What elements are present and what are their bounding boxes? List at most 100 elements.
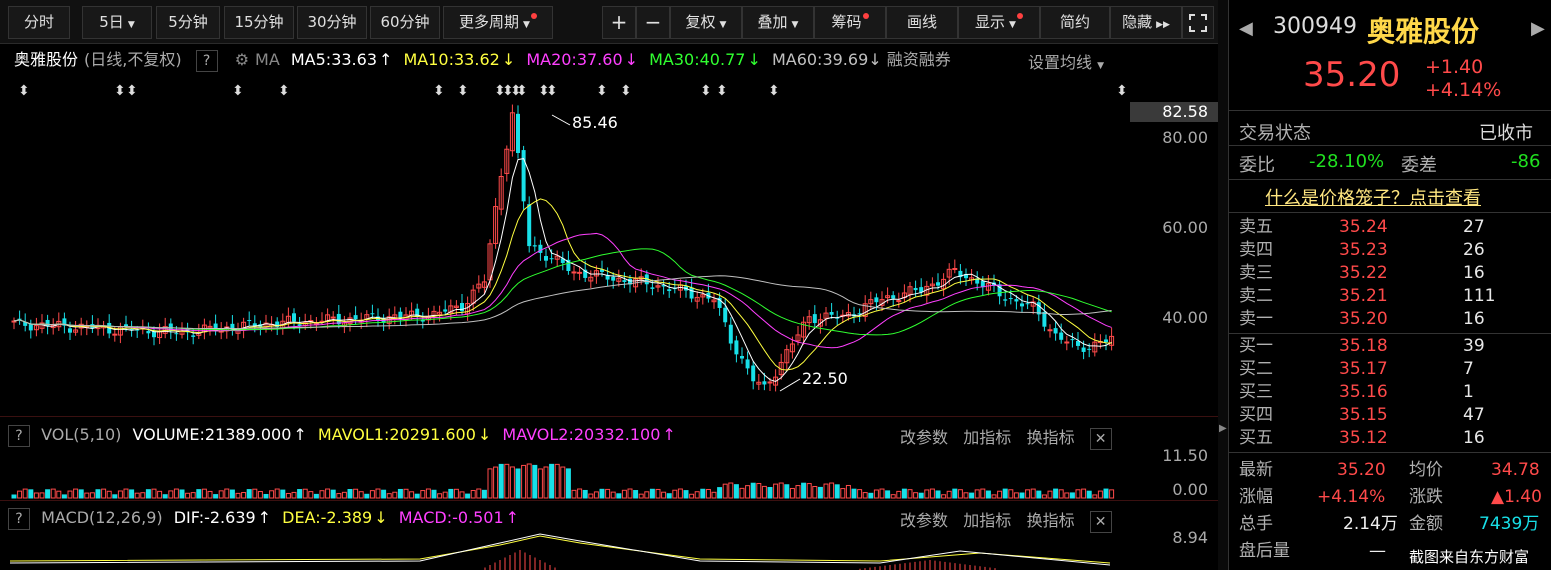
avg-value: 34.78: [1491, 460, 1540, 480]
volume-bar: [733, 484, 739, 499]
volume-bar: [829, 482, 835, 499]
volume-bar: [285, 492, 291, 499]
volume-bar: [554, 463, 560, 499]
ask-row[interactable]: 卖一 35.20 16: [1229, 308, 1551, 331]
volume-bar: [896, 490, 902, 499]
volume-bar: [515, 468, 521, 499]
ma60-value: MA60:39.69: [771, 50, 869, 69]
tab-5min[interactable]: 5分钟: [156, 6, 220, 39]
prev-stock-icon[interactable]: ◀: [1239, 18, 1253, 39]
edit-params-button[interactable]: 改参数: [900, 428, 948, 447]
next-stock-icon[interactable]: ▶: [1531, 18, 1545, 39]
volume-bar: [213, 494, 219, 499]
volume-bar: [498, 463, 504, 499]
ask-row[interactable]: 卖二 35.21 111: [1229, 285, 1551, 308]
volume-bar: [851, 488, 857, 499]
zoom-out-button[interactable]: −: [636, 6, 670, 39]
help-icon[interactable]: ?: [8, 507, 30, 530]
candle-body: [891, 295, 896, 299]
close-icon[interactable]: ✕: [1089, 427, 1112, 450]
macd-y-top: 8.94: [1172, 528, 1208, 547]
zoom-in-button[interactable]: +: [602, 6, 636, 39]
candle-body: [174, 333, 179, 335]
ma60-line: [13, 275, 1112, 330]
help-icon[interactable]: ?: [8, 424, 30, 447]
bid-row[interactable]: 买二 35.17 7: [1229, 358, 1551, 381]
ask-row-volume: 16: [1463, 263, 1485, 283]
tab-timeshare[interactable]: 分时: [8, 6, 70, 39]
ma10-line: [13, 198, 1112, 371]
ask-row-label: 卖四: [1239, 240, 1273, 260]
latest-row: 最新 35.20 均价 34.78: [1229, 459, 1551, 482]
volume-bar: [560, 466, 566, 499]
bid-row-label: 买一: [1239, 336, 1273, 356]
display-button[interactable]: 显示 ▼: [958, 6, 1040, 39]
vol-y-bottom: 0.00: [1172, 480, 1208, 499]
volume-bar: [89, 492, 95, 499]
event-marker-icon: ⬍: [278, 83, 290, 99]
fullscreen-icon[interactable]: [1182, 6, 1214, 39]
volume-bar: [857, 489, 863, 499]
volume-bar: [761, 485, 767, 499]
bid-row[interactable]: 买四 35.15 47: [1229, 404, 1551, 427]
panel-collapse-handle[interactable]: ▶: [1218, 0, 1228, 570]
set-ma-button[interactable]: 设置均线 ▼: [1028, 49, 1104, 73]
candle-body: [68, 328, 72, 333]
tab-15min[interactable]: 15分钟: [224, 6, 294, 39]
volume-bar: [991, 494, 997, 499]
price-change-pct: +4.14%: [1425, 79, 1502, 101]
kline-chart[interactable]: ⬍ ⬍ ⬍ ⬍ ⬍ ⬍ ⬍ ⬍ ⬍ ⬍ ⬍ ⬍ ⬍ ⬍ ⬍ ⬍ ⬍ ⬍ ⬍ 奥雅股份 (日线,不复权)? ⚙ MA MA…: [0, 45, 1218, 417]
volume-bar: [616, 493, 622, 499]
volume-bar: [571, 489, 577, 499]
stock-name: 奥雅股份: [1367, 15, 1480, 48]
adjust-button[interactable]: 复权 ▼: [670, 6, 742, 39]
candle-body: [762, 381, 767, 385]
macd-panel[interactable]: ? MACD(12,26,9) DIF:-2.639 ↑ DEA:-2.389 ↓ …: [0, 501, 1218, 570]
ask-row[interactable]: 卖四 35.23 26: [1229, 239, 1551, 262]
candle-body: [292, 313, 296, 322]
simple-button[interactable]: 简约: [1040, 6, 1110, 39]
overlay-button[interactable]: 叠加 ▼: [742, 6, 814, 39]
event-marker-icon: ⬍: [18, 83, 30, 99]
ask-row[interactable]: 卖三 35.22 16: [1229, 262, 1551, 285]
volume-bar: [134, 492, 140, 499]
gear-icon[interactable]: ⚙: [235, 50, 249, 69]
volume-bar: [33, 492, 39, 499]
volume-bar: [817, 486, 823, 499]
display-label: 显示: [975, 13, 1006, 31]
y-tick-label: 60.00: [1162, 218, 1208, 237]
hide-button[interactable]: 隐藏 ▶▶: [1110, 6, 1182, 39]
event-marker-icon: ⬍: [114, 83, 126, 99]
tab-30min[interactable]: 30分钟: [297, 6, 367, 39]
volume-bar: [190, 492, 196, 499]
candle-body: [112, 333, 118, 336]
bid-row[interactable]: 买一 35.18 39: [1229, 335, 1551, 358]
candle-body: [1059, 332, 1064, 340]
candle-body: [1008, 298, 1013, 300]
bid-row[interactable]: 买三 35.16 1: [1229, 381, 1551, 404]
add-indicator-button[interactable]: 加指标: [963, 511, 1011, 530]
switch-indicator-button[interactable]: 换指标: [1027, 428, 1075, 447]
volume-bar: [890, 494, 896, 499]
event-marker-icon: ⬍: [546, 83, 558, 99]
tab-5day[interactable]: 5日 ▼: [82, 6, 152, 39]
volume-bar: [834, 484, 840, 499]
edit-params-button[interactable]: 改参数: [900, 511, 948, 530]
tab-60min[interactable]: 60分钟: [370, 6, 440, 39]
add-indicator-button[interactable]: 加指标: [963, 428, 1011, 447]
tab-more-periods[interactable]: 更多周期 ▼: [443, 6, 553, 39]
chips-button[interactable]: 筹码: [814, 6, 886, 39]
ask-row[interactable]: 卖五 35.24 27: [1229, 216, 1551, 239]
volume-panel[interactable]: ? VOL(5,10) VOLUME:21389.000 ↑ MAVOL1:202…: [0, 418, 1218, 501]
switch-indicator-button[interactable]: 换指标: [1027, 511, 1075, 530]
volume-bar: [425, 488, 431, 499]
draw-line-button[interactable]: 画线: [886, 6, 958, 39]
help-icon[interactable]: ?: [195, 49, 218, 72]
close-icon[interactable]: ✕: [1089, 510, 1112, 533]
margin-trading-label[interactable]: 融资融券: [887, 50, 951, 69]
volume-bar: [22, 488, 28, 499]
price-cage-link[interactable]: 什么是价格笼子？点击查看: [1265, 184, 1481, 210]
volume-bar: [397, 488, 403, 499]
volume-bar: [291, 491, 297, 499]
bid-row[interactable]: 买五 35.12 16: [1229, 427, 1551, 450]
